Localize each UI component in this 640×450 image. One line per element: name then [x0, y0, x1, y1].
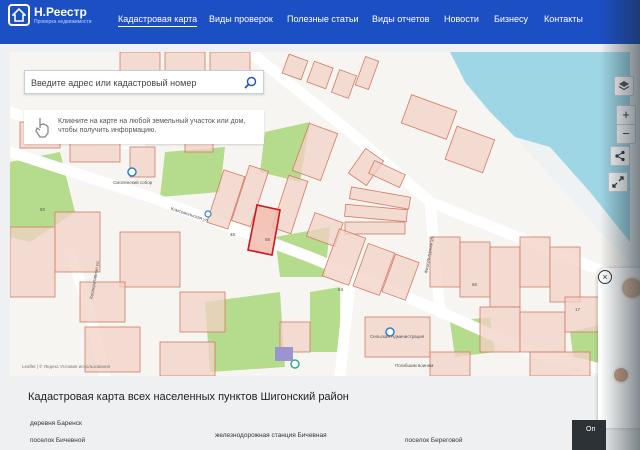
layers-icon: [618, 80, 630, 95]
church-marker-icon[interactable]: [127, 167, 137, 177]
share-button[interactable]: [610, 146, 630, 166]
settlement-link[interactable]: деревня Баренск: [30, 420, 82, 427]
address-search-input[interactable]: [31, 76, 231, 90]
settlement-link[interactable]: поселок Бичевной: [30, 437, 85, 444]
house-number: 17: [575, 307, 581, 312]
settlement-link[interactable]: поселок Береговой: [405, 437, 463, 444]
cadastral-map[interactable]: Смоленский собор Комсомольская ул. Физку…: [10, 52, 630, 376]
map-attribution[interactable]: Leaflet | © Яндекс Условия использования: [22, 364, 110, 369]
house-number: 48: [230, 232, 236, 237]
consultant-avatar[interactable]: [620, 276, 640, 300]
section-title: Кадастровая карта всех населенных пункто…: [28, 391, 349, 403]
close-chat-icon[interactable]: ×: [598, 270, 612, 284]
brand-name[interactable]: Н.Реестр: [34, 5, 87, 19]
fullscreen-button[interactable]: [608, 172, 628, 192]
address-search-box[interactable]: [24, 70, 264, 94]
site-header: Н.Реестр Проверка недвижимости Кадастров…: [0, 0, 640, 44]
house-number: 58: [265, 237, 271, 242]
nav-check-types[interactable]: Виды проверок: [209, 14, 273, 24]
order-button[interactable]: Оп: [572, 420, 606, 450]
browser-viewport: Н.Реестр Проверка недвижимости Кадастров…: [0, 0, 640, 450]
fullscreen-icon: [612, 176, 624, 191]
layers-button[interactable]: [614, 76, 634, 96]
house-number: 66: [472, 282, 478, 287]
map-hint-panel: Кликните на карте на любой земельный уча…: [24, 110, 264, 144]
search-icon[interactable]: [244, 76, 257, 94]
brand-tagline: Проверка недвижимости: [34, 19, 92, 25]
zoom-out-button[interactable]: −: [616, 124, 636, 144]
house-number: 64: [338, 287, 344, 292]
label-admin: Сельская Администрация: [370, 334, 425, 339]
consultant-avatar-small[interactable]: [612, 366, 630, 384]
nav-report-types[interactable]: Виды отчетов: [372, 14, 429, 24]
label-memorial: Погибшим воинам: [395, 363, 434, 368]
nav-contacts[interactable]: Контакты: [544, 14, 583, 24]
nav-business[interactable]: Бизнесу: [494, 14, 528, 24]
home-logo-icon[interactable]: [8, 4, 30, 26]
map-hint-text: Кликните на карте на любой земельный уча…: [58, 118, 246, 134]
zoom-in-button[interactable]: +: [616, 105, 636, 125]
nav-articles[interactable]: Полезные статьи: [287, 14, 359, 24]
hand-pointer-icon: [34, 116, 50, 143]
nav-news[interactable]: Новости: [444, 14, 479, 24]
nav-cadastral-map[interactable]: Кадастровая карта: [118, 14, 198, 27]
house-number: 50: [40, 207, 46, 212]
share-icon: [614, 150, 626, 165]
park-marker-icon[interactable]: [290, 359, 300, 369]
building-purple: [275, 347, 293, 361]
label-church: Смоленский собор: [113, 180, 153, 185]
settlement-link[interactable]: железнодорожная станция Бичевная: [215, 432, 327, 439]
map-canvas[interactable]: [10, 52, 630, 376]
